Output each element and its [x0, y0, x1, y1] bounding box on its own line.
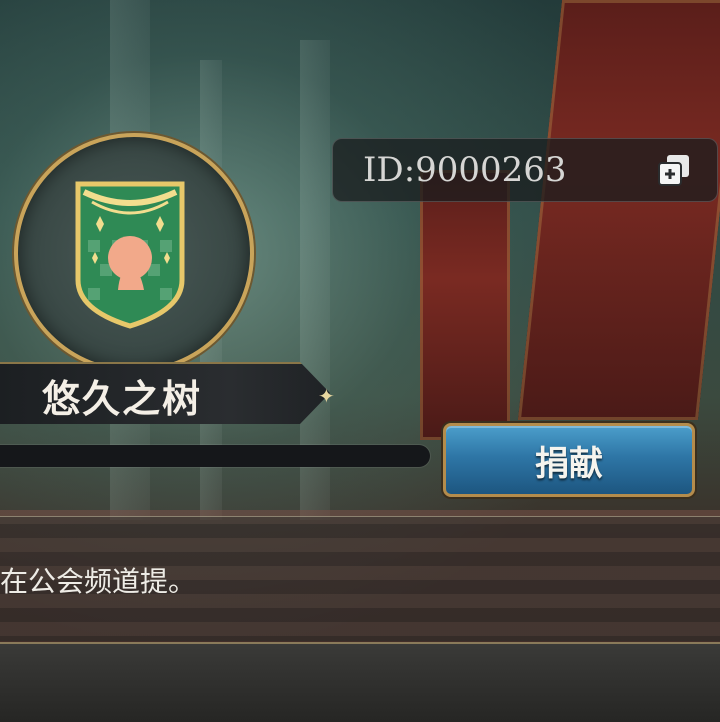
- guild-name-plate: 悠久之树: [0, 362, 330, 424]
- guild-name: 悠久之树: [42, 375, 203, 421]
- donate-button-label: 捐献: [535, 443, 603, 484]
- red-banner: [420, 170, 510, 440]
- guild-hint-text: 在公会频道提。: [0, 565, 197, 598]
- guild-id: ID:9000263: [363, 150, 567, 190]
- donation-progress-bar: [0, 445, 430, 467]
- sparkle-icon: ✦: [318, 384, 335, 408]
- bottom-bar: [0, 642, 720, 722]
- donate-button[interactable]: 捐献: [443, 423, 695, 497]
- guild-emblem-shield-icon: [75, 181, 185, 329]
- copy-icon[interactable]: [656, 152, 692, 188]
- red-banner: [517, 0, 720, 420]
